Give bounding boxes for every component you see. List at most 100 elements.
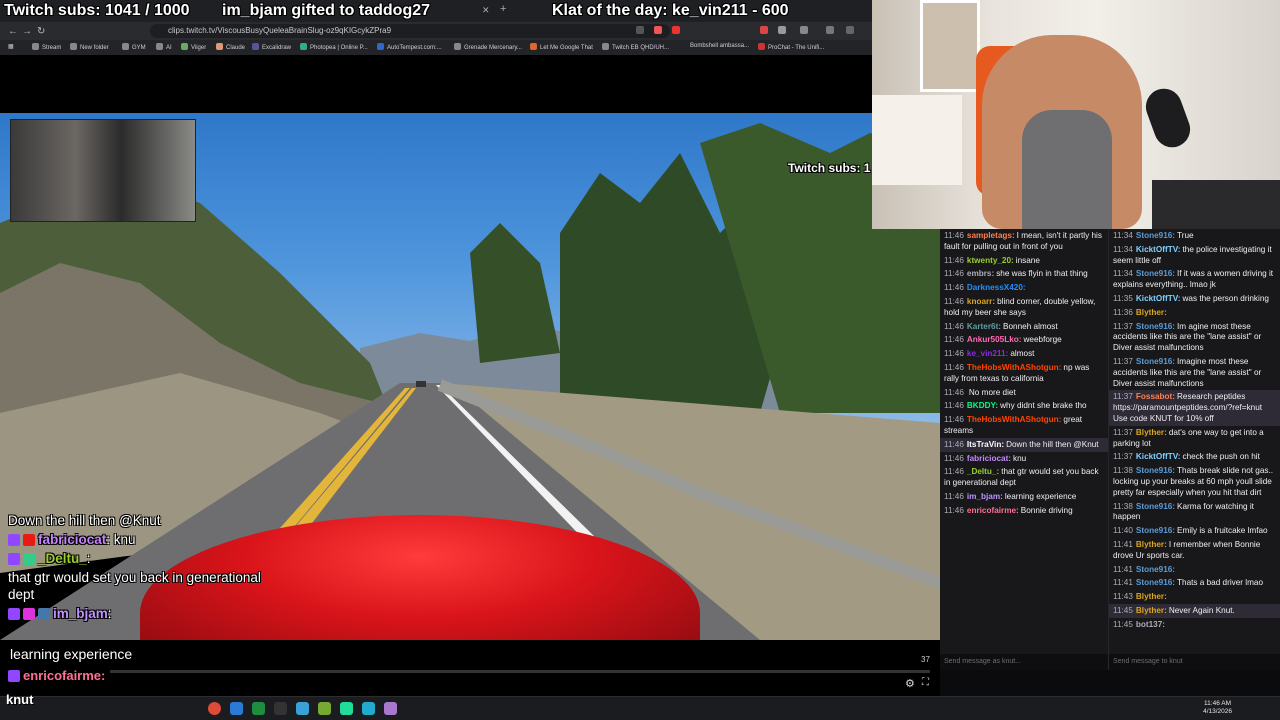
extension-icon[interactable] <box>826 26 834 34</box>
video-chat-overlay: Down the hill then @Knut fabriciocat: kn… <box>8 512 268 624</box>
new-tab-icon[interactable]: + <box>500 3 506 15</box>
bookmark-item[interactable]: Twitch EB QHD/UH... <box>602 43 669 51</box>
bookmark-item[interactable]: ProChat - The Unifi... <box>758 43 824 51</box>
apps-icon[interactable]: ▦ <box>8 43 14 50</box>
chat-username[interactable]: KicktOffTV: <box>1136 452 1181 461</box>
forward-icon[interactable]: → <box>22 26 32 37</box>
chat-username[interactable]: fabriciocat: <box>967 454 1011 463</box>
app-icon[interactable] <box>274 702 287 715</box>
chat-text: knu <box>1013 453 1027 463</box>
desk <box>1152 180 1280 229</box>
chat-username[interactable]: Stone916: <box>1136 269 1175 278</box>
edge-icon[interactable] <box>230 702 243 715</box>
chat-timestamp: 11:46 <box>944 362 964 372</box>
chat-message: 11:46 ke_vin211: almost <box>940 347 1108 361</box>
bookmark-item[interactable]: AI <box>156 43 172 51</box>
app-icon[interactable] <box>384 702 397 715</box>
chat-username[interactable]: sampletags: <box>967 231 1015 240</box>
chat-message: 11:45 bot137: <box>1109 618 1280 632</box>
app-icon[interactable] <box>318 702 331 715</box>
extension-icon[interactable] <box>672 26 680 34</box>
chat-username[interactable]: bot137: <box>1136 620 1165 629</box>
chat-message: 11:34 Stone916: If it was a women driving … <box>1109 267 1280 292</box>
taskbar: 11:46 AM 4/13/2026 <box>0 696 1280 720</box>
chat-username[interactable]: KicktOffTV: <box>1136 294 1181 303</box>
bookmark-item[interactable]: AutoTempest.com:... <box>377 43 442 51</box>
chat-username[interactable]: Stone916: <box>1136 578 1175 587</box>
chat-text: she was flyin in that thing <box>996 269 1088 279</box>
chat-timestamp: 11:37 <box>1113 452 1133 462</box>
chat-username[interactable]: ItsTraVin: <box>967 440 1004 449</box>
chat-username[interactable]: embrs: <box>967 269 994 278</box>
bookmark-item[interactable]: GYM <box>122 43 146 51</box>
app-icon[interactable] <box>362 702 375 715</box>
bookmark-item[interactable]: Stream <box>32 43 61 51</box>
chat-username[interactable]: Fossabot: <box>1136 392 1175 401</box>
extension-icon[interactable] <box>654 26 662 34</box>
chat-username[interactable]: Blyther: <box>1136 308 1167 317</box>
chat-username[interactable]: KicktOffTV: <box>1136 245 1181 254</box>
app-icon[interactable] <box>340 702 353 715</box>
chat-username[interactable]: ke_vin211: <box>967 349 1008 358</box>
chat-username[interactable]: DarknessX420: <box>967 283 1026 292</box>
chat-username[interactable]: _Deltu_: <box>967 467 999 476</box>
chat-input[interactable]: Send message to knut <box>1109 654 1280 670</box>
chat-username[interactable]: Stone916: <box>1136 322 1175 331</box>
chat-message: 11:45 Blyther: Never Again Knut. <box>1109 603 1280 618</box>
extension-icon[interactable] <box>778 26 786 34</box>
streamer-webcam <box>872 0 1280 229</box>
chat-username[interactable]: TheHobsWithAShotgun: <box>967 363 1062 372</box>
app-icon[interactable] <box>296 702 309 715</box>
chat-timestamp: 11:46 <box>944 255 964 265</box>
system-clock[interactable]: 11:46 AM 4/13/2026 <box>1203 700 1232 716</box>
settings-icon[interactable]: ⚙ <box>905 677 915 690</box>
chat-username[interactable]: knoarr: <box>967 297 995 306</box>
overlay-chat-line: im_bjam: <box>8 605 268 622</box>
app-icon[interactable] <box>252 702 265 715</box>
share-icon[interactable] <box>636 26 644 34</box>
bookmark-item[interactable]: Grenade Mercenary... <box>454 43 522 51</box>
chat-username[interactable]: ktwenty_20: <box>967 256 1014 265</box>
shelf <box>872 95 962 185</box>
extension-icon[interactable] <box>800 26 808 34</box>
reload-icon[interactable]: ↻ <box>37 26 45 37</box>
chat-timestamp: 11:34 <box>1113 244 1133 254</box>
chat-username[interactable]: Stone916: <box>1136 565 1175 574</box>
bookmark-item[interactable]: Viiger <box>181 43 206 51</box>
chat-text: Bonneh almost <box>1003 321 1058 331</box>
url-field[interactable]: clips.twitch.tv/ViscousBusyQueleaBrainSl… <box>150 24 670 38</box>
back-icon[interactable]: ← <box>8 26 18 37</box>
chat-username[interactable]: Stone916: <box>1136 466 1175 475</box>
bookmarks-bar: ▦ Stream New folder GYM AI Viiger Claude… <box>0 40 872 55</box>
chat-message: 11:46 TheHobsWithAShotgun: great streams <box>940 413 1108 438</box>
chat-username[interactable]: enricofairme: <box>967 506 1019 515</box>
bookmark-item[interactable]: Photopea | Online P... <box>300 43 368 51</box>
close-tab-icon[interactable]: ✕ <box>482 5 490 16</box>
chat-username[interactable]: Blyther: <box>1136 540 1167 549</box>
chat-username[interactable]: im_bjam: <box>967 492 1003 501</box>
bookmark-item[interactable]: Bombshell ambassa... <box>690 43 749 49</box>
chat-username[interactable]: Stone916: <box>1136 357 1175 366</box>
bookmark-item[interactable]: Excalidraw <box>252 43 291 51</box>
fullscreen-icon[interactable]: ⛶ <box>922 677 929 688</box>
bookmark-item[interactable]: Let Me Google That <box>530 43 593 51</box>
chat-username[interactable]: Stone916: <box>1136 526 1175 535</box>
sub-badge-icon <box>8 608 20 620</box>
chat-username[interactable]: Karter6t: <box>967 322 1001 331</box>
chat-username[interactable]: Blyther: <box>1136 606 1167 615</box>
bookmark-item[interactable]: Claude <box>216 43 245 51</box>
chat-username[interactable]: BKDDY: <box>967 401 998 410</box>
chat-username[interactable]: Ankur505Lko: <box>967 335 1022 344</box>
chat-username[interactable]: TheHobsWithAShotgun: <box>967 415 1062 424</box>
chat-username[interactable]: Stone916: <box>1136 231 1175 240</box>
progress-bar[interactable] <box>110 670 930 673</box>
extension-icon[interactable] <box>760 26 768 34</box>
chat-username[interactable]: Stone916: <box>1136 502 1175 511</box>
menu-icon[interactable] <box>846 26 854 34</box>
chat-username[interactable]: Blyther: <box>1136 592 1167 601</box>
bookmark-item[interactable]: New folder <box>70 43 109 51</box>
chat-input[interactable]: Send message as knut... <box>940 654 1108 670</box>
sub-badge-icon <box>8 670 20 682</box>
chrome-icon[interactable] <box>208 702 221 715</box>
chat-username[interactable]: Blyther: <box>1136 428 1167 437</box>
